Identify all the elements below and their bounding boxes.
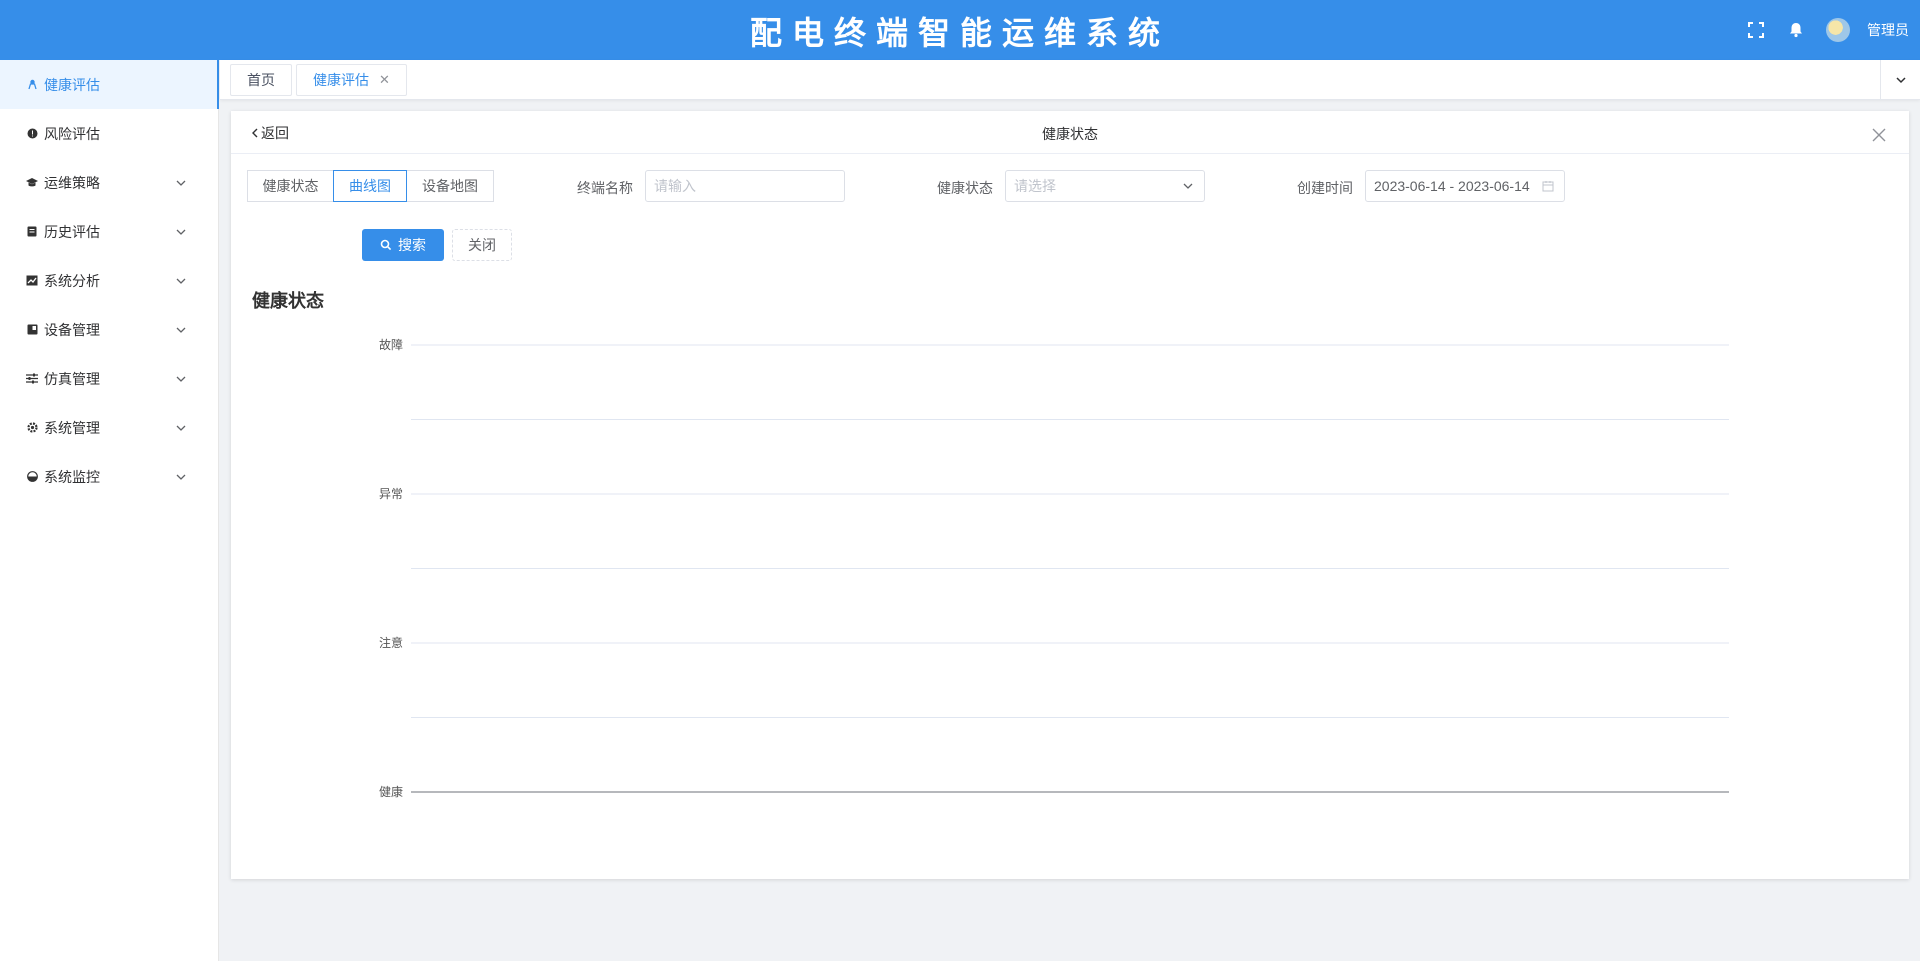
sidebar: 健康评估 风险评估 运维策略 历史评估 系统分析 设备管理 仿真管理 系统管理 … — [0, 60, 219, 961]
tab-more-button[interactable] — [1880, 60, 1920, 100]
sidebar-item-label: 仿真管理 — [44, 370, 100, 387]
tab-label: 健康评估 — [313, 72, 369, 88]
sidebar-item-label: 系统分析 — [44, 272, 100, 289]
health-status-chart: 健康注意异常故障 — [379, 337, 1729, 799]
sidebar-item-settings[interactable]: 系统管理 — [0, 403, 219, 452]
sidebar-item-simulation[interactable]: 仿真管理 — [0, 354, 219, 403]
y-tick-label: 异常 — [379, 487, 403, 501]
sidebar-item-monitor[interactable]: 系统监控 — [0, 452, 219, 501]
chevron-down-icon — [176, 474, 186, 480]
top-header: 配电终端智能运维系统 管理员 — [0, 0, 1920, 60]
username[interactable]: 管理员 — [1867, 20, 1909, 40]
sidebar-item-label: 系统管理 — [44, 419, 100, 436]
tab-home[interactable]: 首页 — [230, 64, 292, 96]
strategy-icon — [26, 177, 38, 189]
device-icon — [26, 324, 38, 336]
chevron-down-icon — [176, 327, 186, 333]
health-icon — [26, 79, 38, 91]
history-icon — [26, 226, 38, 238]
simulation-icon — [26, 373, 38, 385]
tab-bar: 首页 健康评估 ✕ — [220, 60, 1920, 100]
sidebar-item-label: 设备管理 — [44, 321, 100, 338]
risk-icon — [26, 128, 38, 140]
sidebar-item-history[interactable]: 历史评估 — [0, 207, 219, 256]
sidebar-item-label: 历史评估 — [44, 223, 100, 240]
health-status-panel: 返回 健康状态 健康状态 曲线图 设备地图 终端名称 请输入 健康状态 请选择 … — [231, 111, 1909, 879]
sidebar-item-strategy[interactable]: 运维策略 — [0, 158, 219, 207]
chevron-down-icon — [1895, 77, 1906, 84]
close-icon[interactable]: ✕ — [379, 72, 390, 88]
tab-health[interactable]: 健康评估 ✕ — [296, 64, 407, 96]
sidebar-item-label: 风险评估 — [44, 125, 100, 142]
tab-label: 首页 — [247, 72, 275, 88]
chevron-down-icon — [176, 425, 186, 431]
app-title: 配电终端智能运维系统 — [749, 14, 1170, 52]
sidebar-item-label: 运维策略 — [44, 174, 100, 191]
sidebar-item-label: 系统监控 — [44, 468, 100, 485]
settings-icon — [26, 422, 38, 434]
sidebar-item-risk[interactable]: 风险评估 — [0, 109, 219, 158]
y-tick-label: 故障 — [379, 337, 403, 352]
chevron-down-icon — [176, 278, 186, 284]
monitor-icon — [26, 471, 38, 483]
chevron-down-icon — [176, 376, 186, 382]
sidebar-item-label: 健康评估 — [44, 76, 100, 93]
y-tick-label: 注意 — [379, 635, 403, 650]
view-curve-button[interactable]: 曲线图 — [333, 170, 407, 202]
fullscreen-icon[interactable] — [1746, 20, 1766, 40]
chevron-down-icon — [176, 229, 186, 235]
bell-icon[interactable] — [1786, 20, 1806, 40]
y-tick-label: 健康 — [379, 784, 403, 799]
chevron-down-icon — [176, 180, 186, 186]
sidebar-item-analysis[interactable]: 系统分析 — [0, 256, 219, 305]
sidebar-item-device[interactable]: 设备管理 — [0, 305, 219, 354]
sidebar-item-health[interactable]: 健康评估 — [0, 60, 219, 109]
analysis-icon — [26, 275, 38, 287]
avatar[interactable] — [1826, 18, 1850, 42]
